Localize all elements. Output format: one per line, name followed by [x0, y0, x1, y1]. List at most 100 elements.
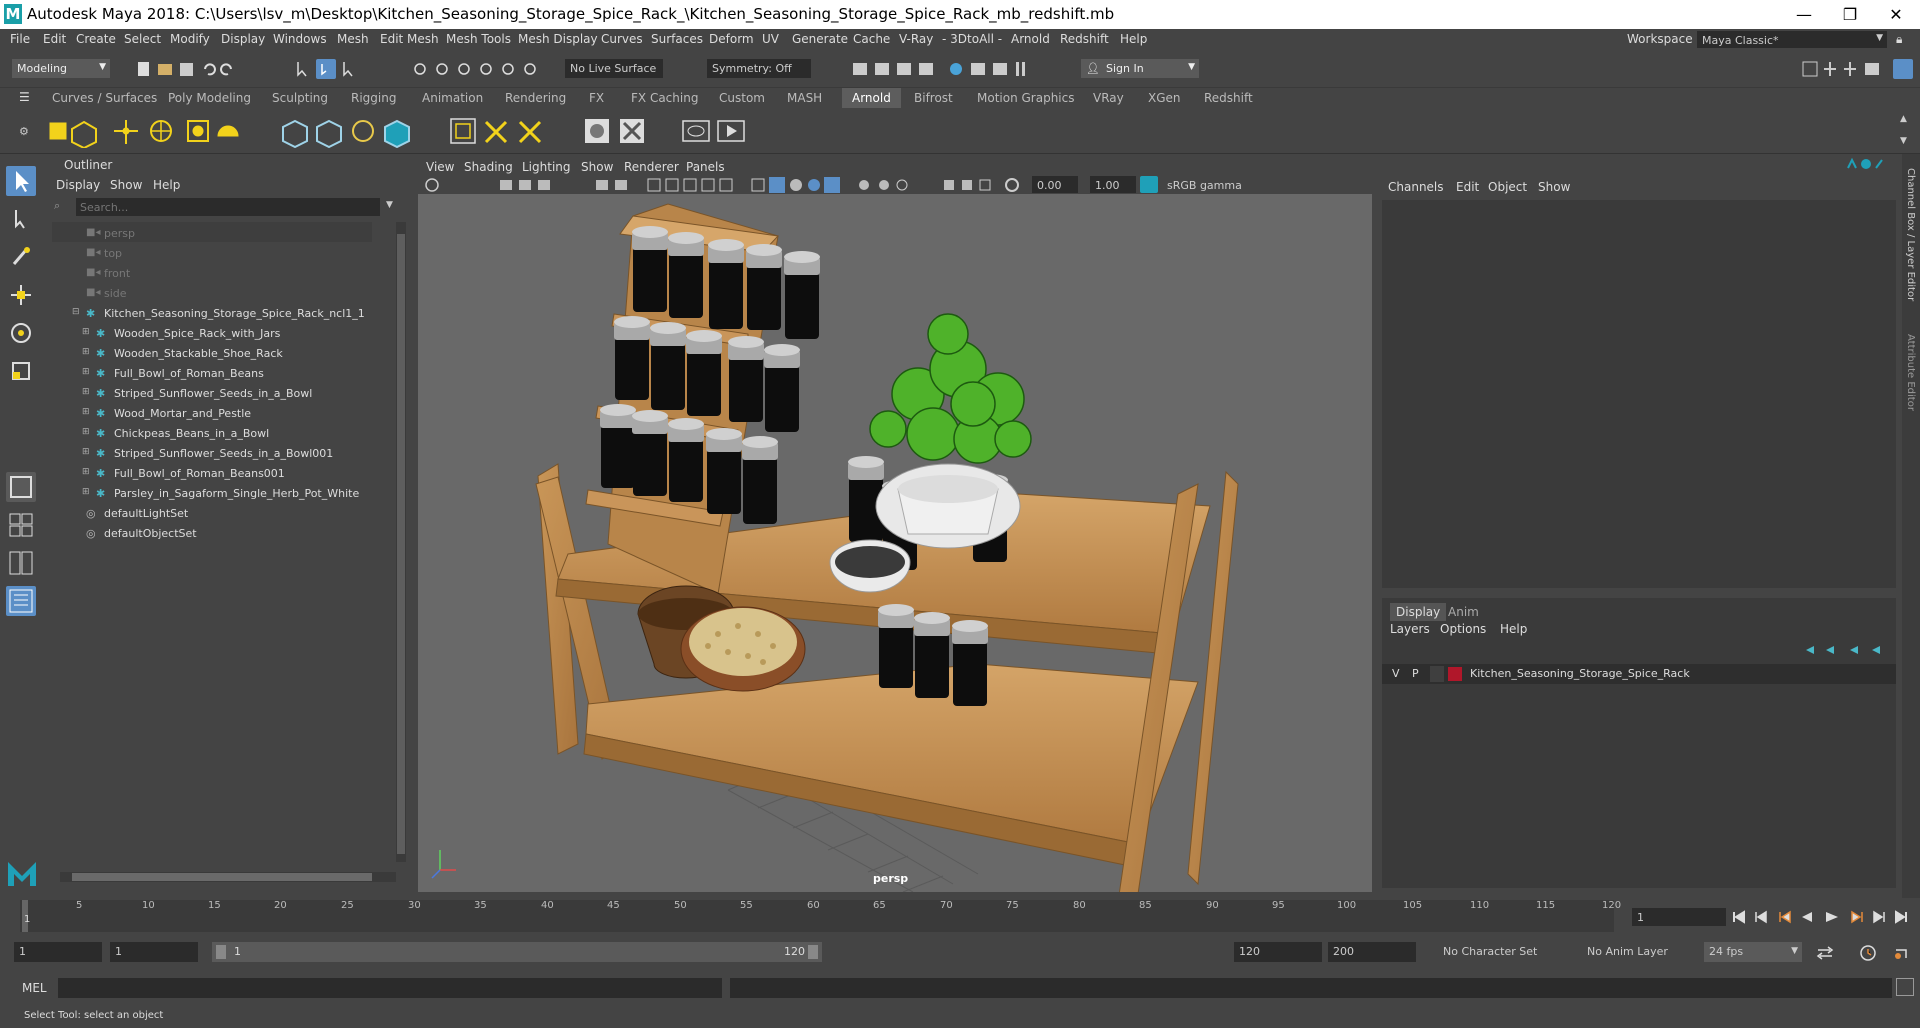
layer-menu-options[interactable]: Options — [1440, 622, 1486, 636]
shelf-tab-arnold[interactable]: Arnold — [842, 88, 901, 108]
shelf-tab-sculpting[interactable]: Sculpting — [272, 91, 328, 105]
range-start-handle[interactable] — [216, 945, 226, 959]
shelf-tab-poly-modeling[interactable]: Poly Modeling — [168, 91, 251, 105]
channelbox-menu-object[interactable]: Object — [1488, 180, 1527, 194]
restore-button[interactable]: ❐ — [1827, 0, 1873, 29]
menu-surfaces[interactable]: Surfaces — [651, 32, 703, 46]
outliner-item-child[interactable]: ⊞ ✱ Full_Bowl_of_Roman_Beans001 — [46, 464, 396, 484]
menu-mesh[interactable]: Mesh — [337, 32, 369, 46]
menu-deform[interactable]: Deform — [709, 32, 754, 46]
expand-icon[interactable]: ⊞ — [82, 347, 90, 357]
script-editor-icon[interactable] — [1896, 978, 1914, 996]
shelf-menu-icon[interactable]: ☰ — [19, 90, 30, 104]
select-tool-button[interactable] — [6, 166, 36, 196]
outliner-item-child[interactable]: ⊞ ✱ Full_Bowl_of_Roman_Beans — [46, 364, 396, 384]
close-button[interactable]: ✕ — [1873, 0, 1919, 29]
menu-create[interactable]: Create — [76, 32, 116, 46]
channel-list-area[interactable] — [1382, 200, 1896, 588]
channelbox-menu-edit[interactable]: Edit — [1456, 180, 1479, 194]
outliner-vertical-scrollbar[interactable] — [396, 222, 406, 862]
shelf-tab-bifrost[interactable]: Bifrost — [914, 91, 953, 105]
shelf-tab-custom[interactable]: Custom — [719, 91, 765, 105]
arnold-texture-icons[interactable] — [448, 114, 558, 148]
mel-label[interactable]: MEL — [22, 981, 47, 995]
lasso-tool-button[interactable] — [6, 204, 36, 234]
menu-curves[interactable]: Curves — [601, 32, 643, 46]
four-view-button[interactable] — [6, 510, 36, 540]
shelf-tab-rendering[interactable]: Rendering — [505, 91, 566, 105]
viewport-menu-view[interactable]: View — [426, 160, 454, 174]
shelf-tab-animation[interactable]: Animation — [422, 91, 483, 105]
shelf-tab-fx-caching[interactable]: FX Caching — [631, 91, 698, 105]
shelf-tab-xgen[interactable]: XGen — [1148, 91, 1181, 105]
rotate-tool-button[interactable] — [6, 318, 36, 348]
mel-input[interactable] — [58, 978, 722, 998]
viewport-toolbar-icons[interactable] — [422, 176, 1122, 194]
layer-menu-help[interactable]: Help — [1500, 622, 1527, 636]
anim-layer-dropdown[interactable]: No Anim Layer — [1582, 942, 1682, 962]
single-view-button[interactable] — [6, 472, 36, 502]
range-start-field[interactable]: 1 — [110, 942, 198, 962]
outliner-view-button[interactable] — [6, 586, 36, 616]
menu-mesh-tools[interactable]: Mesh Tools — [446, 32, 511, 46]
arnold-render-view-icons[interactable] — [680, 114, 750, 148]
time-slider[interactable]: 1 5 10 15 20 25 30 35 40 45 50 55 60 65 … — [0, 898, 1920, 936]
shelf-scroll-up-icon[interactable]: ▲ — [1900, 114, 1907, 124]
expand-icon[interactable]: ⊞ — [82, 487, 90, 497]
playback-option-icons[interactable] — [1814, 944, 1914, 962]
color-space-label[interactable]: sRGB gamma — [1162, 176, 1274, 193]
menu-mesh-display[interactable]: Mesh Display — [518, 32, 598, 46]
tab-display[interactable]: Display — [1390, 603, 1447, 621]
outliner-item-front[interactable]: ■◂ front — [46, 264, 396, 284]
range-slider[interactable]: 1 120 — [212, 942, 822, 962]
lock-icon[interactable]: 🔒︎ — [1896, 32, 1902, 47]
viewport-menu-shading[interactable]: Shading — [464, 160, 513, 174]
menu-modify[interactable]: Modify — [170, 32, 210, 46]
menu-select[interactable]: Select — [124, 32, 161, 46]
shelf-tab-curves-surfaces[interactable]: Curves / Surfaces — [52, 91, 157, 105]
viewport-menu-panels[interactable]: Panels — [686, 160, 725, 174]
live-surface-field[interactable]: No Live Surface — [565, 59, 663, 78]
menu-uv[interactable]: UV — [762, 32, 779, 46]
expand-icon[interactable]: ⊞ — [82, 447, 90, 457]
outliner-search-input[interactable] — [76, 198, 380, 216]
gear-icon[interactable]: ⚙ — [19, 125, 29, 138]
collapse-icon[interactable]: ⊟ — [72, 307, 80, 317]
menu-edit[interactable]: Edit — [43, 32, 66, 46]
layer-menu-layers[interactable]: Layers — [1390, 622, 1430, 636]
character-set-dropdown[interactable]: No Character Set — [1438, 942, 1560, 962]
menu-redshift[interactable]: Redshift — [1060, 32, 1109, 46]
outliner-item-persp[interactable]: ■◂ persp — [46, 224, 396, 244]
expand-icon[interactable]: ⊞ — [82, 387, 90, 397]
scene-end-field[interactable]: 200 — [1328, 942, 1416, 962]
selection-mode-icons[interactable] — [292, 59, 362, 79]
menu-edit-mesh[interactable]: Edit Mesh — [380, 32, 439, 46]
workspace-dropdown[interactable]: Maya Classic* ▼ — [1697, 31, 1887, 48]
viewport-menu-renderer[interactable]: Renderer — [624, 160, 679, 174]
outliner-item-child[interactable]: ⊞ ✱ Wooden_Stackable_Shoe_Rack — [46, 344, 396, 364]
viewport-menu-show[interactable]: Show — [581, 160, 613, 174]
channelbox-menu-channels[interactable]: Channels — [1388, 180, 1444, 194]
sign-in-button[interactable]: 👤︎ Sign In ▼ — [1081, 59, 1199, 78]
outliner-item-child[interactable]: ⊞ ✱ Parsley_in_Sagaform_Single_Herb_Pot_… — [46, 484, 396, 504]
expand-icon[interactable]: ⊞ — [82, 407, 90, 417]
arnold-light-icons[interactable] — [40, 114, 260, 148]
layer-playback-toggle[interactable]: P — [1412, 667, 1419, 680]
shelf-tab-redshift[interactable]: Redshift — [1204, 91, 1253, 105]
outliner-item-child[interactable]: ⊞ ✱ Wooden_Spice_Rack_with_Jars — [46, 324, 396, 344]
menu-file[interactable]: File — [10, 32, 30, 46]
two-view-button[interactable] — [6, 548, 36, 578]
outliner-item-child[interactable]: ⊞ ✱ Chickpeas_Beans_in_a_Bowl — [46, 424, 396, 444]
shelf-tab-motion-graphics[interactable]: Motion Graphics — [977, 91, 1075, 105]
outliner-item-child[interactable]: ⊞ ✱ Wood_Mortar_and_Pestle — [46, 404, 396, 424]
menu-help[interactable]: Help — [1120, 32, 1147, 46]
menu-windows[interactable]: Windows — [273, 32, 327, 46]
arnold-object-icons[interactable] — [280, 114, 420, 148]
attribute-editor-side-tab[interactable]: Attribute Editor — [1905, 334, 1916, 411]
menu-generate[interactable]: Generate — [792, 32, 848, 46]
scale-tool-button[interactable] — [6, 356, 36, 386]
channelbox-top-icons[interactable] — [1844, 156, 1884, 172]
outliner-menu-show[interactable]: Show — [110, 178, 142, 192]
menu-3dtoall[interactable]: - 3DtoAll - — [942, 32, 1002, 46]
layer-action-icons[interactable] — [1802, 642, 1886, 658]
